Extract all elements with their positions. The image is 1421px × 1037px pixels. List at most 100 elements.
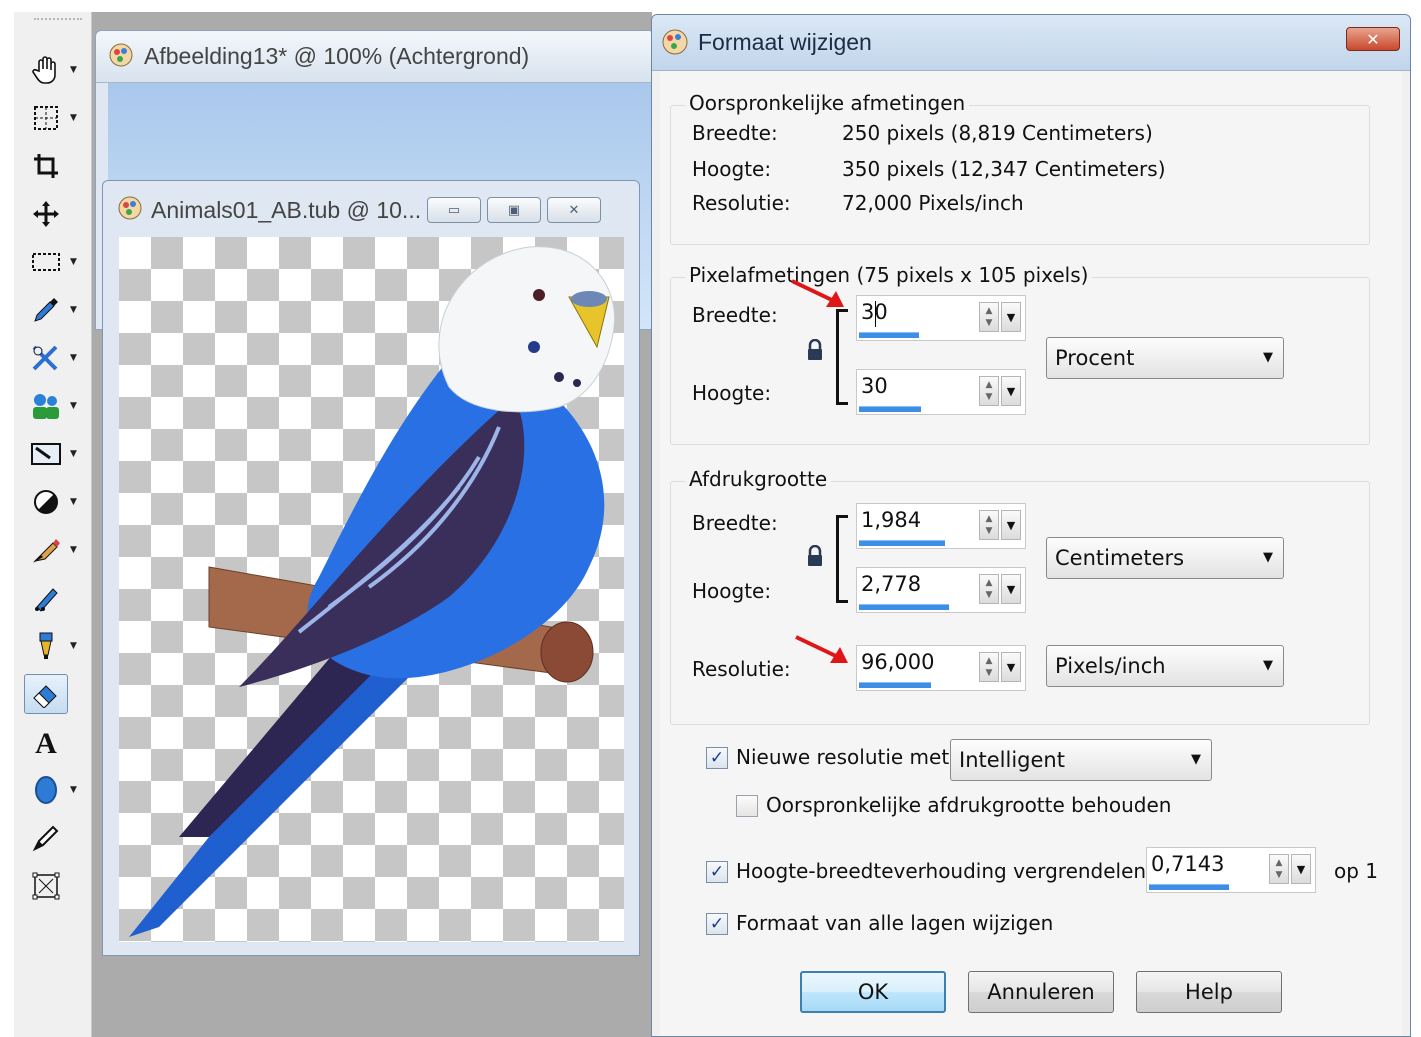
close-button[interactable]: ✕ — [547, 197, 601, 223]
clone-tool[interactable]: ▼ — [24, 336, 88, 380]
dialog-close-button[interactable]: ✕ — [1346, 27, 1400, 51]
image-window-titlebar[interactable]: Afbeelding13* @ 100% (Achtergrond) — [96, 31, 654, 83]
ok-button[interactable]: OK — [800, 971, 946, 1013]
dropper-icon — [24, 290, 68, 330]
chevron-down-icon[interactable]: ▼ — [70, 545, 77, 555]
lock-icon[interactable] — [806, 544, 824, 571]
chevron-down-icon[interactable]: ▼ — [70, 497, 77, 507]
resize-all-layers-checkbox[interactable]: ✓ — [706, 913, 728, 935]
value-slider-bar[interactable] — [859, 332, 919, 338]
aspect-ratio-input[interactable]: 0,7143 ▲ ▼ ▼ — [1146, 847, 1316, 893]
text-icon: A — [24, 722, 68, 762]
chevron-down-icon[interactable]: ▼ — [70, 641, 77, 651]
toolbar-grip[interactable] — [34, 18, 82, 20]
spin-updown[interactable]: ▲ ▼ — [979, 652, 999, 682]
image-window-titlebar[interactable]: Animals01_AB.tub @ 10... ▭ ▣ ✕ — [103, 181, 639, 239]
spin-updown[interactable]: ▲ ▼ — [979, 574, 999, 604]
spin-updown[interactable]: ▲ ▼ — [1269, 854, 1289, 884]
chevron-down-icon[interactable]: ▼ — [70, 113, 77, 123]
move-tool[interactable] — [24, 192, 88, 236]
chevron-down-icon[interactable]: ▼ — [70, 353, 77, 363]
resize-dialog[interactable]: Formaat wijzigen ✕ Oorspronkelijke afmet… — [651, 14, 1411, 1037]
move-icon — [24, 194, 68, 234]
makeover-tool[interactable]: ▼ — [24, 384, 88, 428]
pixel-width-label: Breedte: — [692, 303, 778, 327]
image-window-front[interactable]: Animals01_AB.tub @ 10... ▭ ▣ ✕ — [102, 180, 640, 956]
value-slider-bar[interactable] — [859, 540, 945, 546]
dialog-titlebar[interactable]: Formaat wijzigen ✕ — [652, 15, 1410, 71]
resample-method-select[interactable]: Intelligent ▼ — [950, 739, 1212, 781]
lock-bracket — [836, 309, 848, 405]
shape-icon — [24, 770, 68, 810]
cancel-button[interactable]: Annuleren — [968, 971, 1114, 1013]
print-width-label: Breedte: — [692, 511, 778, 535]
chevron-down-icon[interactable]: ▼ — [70, 449, 77, 459]
slider-dropdown-button[interactable]: ▼ — [1001, 652, 1021, 682]
value-slider-bar[interactable] — [859, 604, 949, 610]
resample-checkbox[interactable]: ✓ — [706, 747, 728, 769]
spin-updown[interactable]: ▲ ▼ — [979, 376, 999, 406]
slider-dropdown-button[interactable]: ▼ — [1291, 854, 1311, 884]
pixel-unit-select[interactable]: Procent ▼ — [1046, 337, 1284, 379]
chevron-down-icon[interactable]: ▼ — [70, 785, 77, 795]
dropper-tool[interactable]: ▼ — [24, 288, 88, 332]
dodge-tool[interactable]: ▼ — [24, 480, 88, 524]
clone-icon — [24, 338, 68, 378]
pixel-height-input[interactable]: 30 ▲ ▼ ▼ — [856, 369, 1026, 415]
app-icon — [660, 27, 690, 61]
value-slider-bar[interactable] — [859, 406, 921, 412]
minimize-button[interactable]: ▭ — [427, 197, 481, 223]
chevron-down-icon[interactable]: ▼ — [70, 65, 77, 75]
print-height-label: Hoogte: — [692, 579, 772, 603]
pan-tool[interactable]: ▼ — [24, 48, 88, 92]
window-title: Animals01_AB.tub @ 10... — [151, 196, 421, 223]
scratch-remover-tool[interactable]: ▼ — [24, 432, 88, 476]
crop-tool[interactable] — [24, 144, 88, 188]
help-button[interactable]: Help — [1136, 971, 1282, 1013]
original-width-value: 250 pixels (8,819 Centimeters) — [842, 121, 1153, 145]
lock-aspect-checkbox[interactable]: ✓ — [706, 861, 728, 883]
selection-icon — [24, 242, 68, 282]
zoom-tool[interactable]: ▼ — [24, 96, 88, 140]
shape-tool[interactable]: ▼ — [24, 768, 88, 812]
slider-dropdown-button[interactable]: ▼ — [1001, 302, 1021, 332]
retouch-tool[interactable] — [24, 576, 88, 620]
slider-dropdown-button[interactable]: ▼ — [1001, 376, 1021, 406]
maximize-icon: ▣ — [507, 202, 521, 218]
fill-tool[interactable]: ▼ — [24, 624, 88, 668]
print-unit-select[interactable]: Centimeters ▼ — [1046, 537, 1284, 579]
eraser-icon — [24, 674, 68, 714]
value-slider-bar[interactable] — [859, 682, 931, 688]
maximize-button[interactable]: ▣ — [487, 197, 541, 223]
image-canvas[interactable] — [119, 237, 624, 942]
chevron-down-icon[interactable]: ▼ — [70, 401, 77, 411]
print-height-input[interactable]: 2,778 ▲ ▼ ▼ — [856, 567, 1026, 613]
keep-print-size-label: Oorspronkelijke afdrukgrootte behouden — [766, 793, 1172, 817]
red-arrow-icon — [795, 635, 848, 663]
group-legend: Oorspronkelijke afmetingen — [685, 91, 970, 115]
print-height-value: 2,778 — [861, 572, 922, 596]
print-resolution-input[interactable]: 96,000 ▲ ▼ ▼ — [856, 645, 1026, 691]
print-width-input[interactable]: 1,984 ▲ ▼ ▼ — [856, 503, 1026, 549]
pixel-width-input[interactable]: 30 ▲▼ ▼ — [856, 295, 1026, 341]
selection-tool[interactable]: ▼ — [24, 240, 88, 284]
slider-dropdown-button[interactable]: ▼ — [1001, 574, 1021, 604]
chevron-down-icon[interactable]: ▼ — [70, 305, 77, 315]
pen-tool[interactable] — [24, 816, 88, 860]
text-tool[interactable]: A — [24, 720, 88, 764]
keep-print-size-checkbox[interactable]: ✓ — [736, 795, 758, 817]
value-slider-bar[interactable] — [1149, 884, 1229, 890]
eraser-tool[interactable] — [24, 672, 88, 716]
chevron-down-icon[interactable]: ▼ — [70, 257, 77, 267]
print-unit-value: Centimeters — [1055, 546, 1185, 570]
slider-dropdown-button[interactable]: ▼ — [1001, 510, 1021, 540]
resolution-unit-value: Pixels/inch — [1055, 654, 1166, 678]
dodge-icon — [24, 482, 68, 522]
spin-updown[interactable]: ▲ ▼ — [979, 302, 999, 332]
spin-updown[interactable]: ▲ ▼ — [979, 510, 999, 540]
warp-tool[interactable] — [24, 864, 88, 908]
lock-icon[interactable] — [806, 338, 824, 365]
paint-brush-tool[interactable]: ▼ — [24, 528, 88, 572]
resize-all-layers-label: Formaat van alle lagen wijzigen — [736, 911, 1054, 935]
resolution-unit-select[interactable]: Pixels/inch ▼ — [1046, 645, 1284, 687]
